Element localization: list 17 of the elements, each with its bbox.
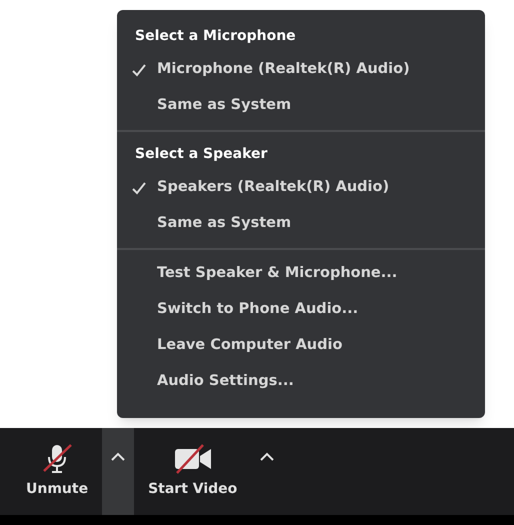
muted-microphone-icon xyxy=(41,443,74,475)
menu-item[interactable]: Switch to Phone Audio... xyxy=(117,292,485,328)
menu-item[interactable]: Test Speaker & Microphone... xyxy=(117,256,485,292)
start-video-button[interactable]: Start Video xyxy=(142,428,244,515)
unmute-button[interactable]: Unmute xyxy=(20,428,94,515)
menu-item[interactable]: Same as System xyxy=(117,88,485,124)
menu-item[interactable]: Speakers (Realtek(R) Audio) xyxy=(117,170,485,206)
menu-item[interactable]: Microphone (Realtek(R) Audio) xyxy=(117,52,485,88)
menu-item[interactable]: Same as System xyxy=(117,206,485,242)
menu-item[interactable]: Leave Computer Audio xyxy=(117,328,485,364)
caret-up-icon xyxy=(111,452,126,461)
caret-button[interactable] xyxy=(102,428,134,515)
section-heading: Select a Microphone xyxy=(134,26,297,46)
video-camera-off-icon xyxy=(172,443,213,475)
menu-item[interactable]: Audio Settings... xyxy=(117,364,485,400)
caret-up-icon xyxy=(260,452,274,461)
section-heading: Select a Speaker xyxy=(134,144,268,164)
